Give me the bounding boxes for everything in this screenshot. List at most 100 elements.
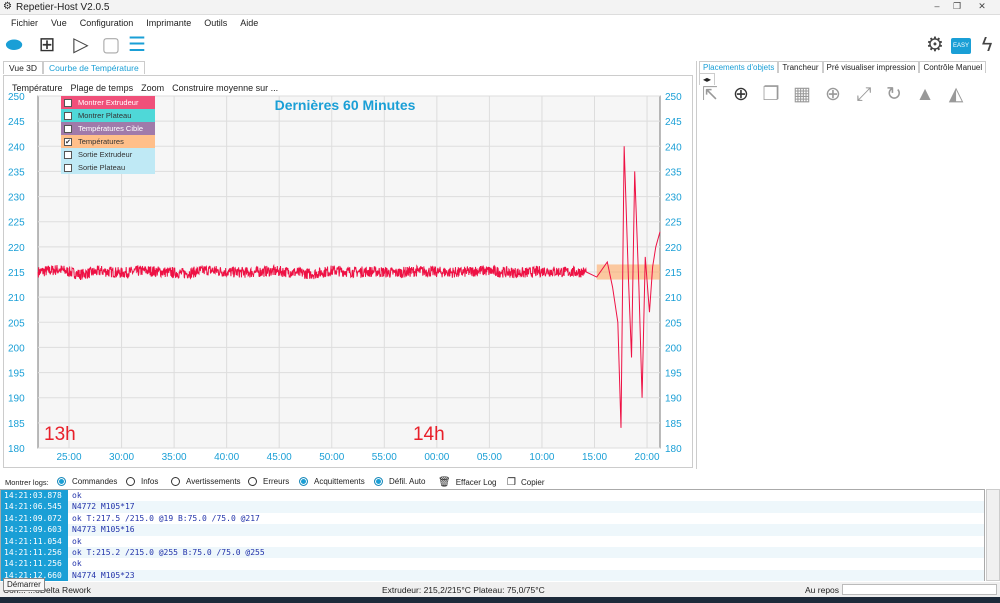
- log-message: N4773 M105*16: [72, 525, 135, 535]
- y-tick-left: 210: [8, 293, 25, 304]
- tab-object-placement[interactable]: Placements d'objets: [699, 61, 779, 73]
- x-tick: 25:00: [56, 452, 81, 463]
- radio-errors[interactable]: Erreurs: [248, 477, 289, 486]
- job-list-icon[interactable]: ☰: [126, 34, 148, 56]
- menu-outils[interactable]: Outils: [204, 18, 227, 28]
- menu-fichier[interactable]: Fichier: [11, 18, 38, 28]
- log-message: N4772 M105*17: [72, 502, 135, 512]
- x-tick: 10:00: [529, 452, 554, 463]
- legend-item[interactable]: ✔ Montrer Extrudeur: [61, 96, 155, 109]
- checkbox[interactable]: ✔: [64, 124, 72, 133]
- option-label: Commandes: [72, 477, 118, 486]
- connect-icon[interactable]: ⬬: [3, 34, 25, 56]
- log-time: 14:21:06.545: [1, 501, 68, 513]
- right-panel: Placements d'objets Trancheur Pré visualis…: [696, 61, 1000, 469]
- checkbox[interactable]: [64, 111, 72, 120]
- add-object-icon[interactable]: ⊕: [730, 84, 752, 106]
- clear-log-button[interactable]: 🗑 Effacer Log: [438, 477, 496, 488]
- y-tick-right: 235: [665, 167, 682, 178]
- rotate-icon[interactable]: ↻: [883, 84, 905, 106]
- radio-icon: [299, 477, 308, 486]
- y-tick-right: 220: [665, 243, 682, 254]
- radio-warnings[interactable]: Avertissements: [171, 477, 241, 486]
- log-row: 14:21:12.660 N4774 M105*23: [1, 569, 984, 582]
- y-tick-right: 205: [665, 318, 682, 329]
- x-tick: 00:00: [424, 452, 449, 463]
- copy-objects-icon[interactable]: ❐: [760, 84, 782, 106]
- progress-bar: [842, 584, 997, 595]
- y-tick-left: 225: [8, 218, 25, 229]
- start-print-icon[interactable]: ▷: [70, 34, 92, 56]
- radio-acknowledgements[interactable]: Acquittements: [299, 477, 365, 486]
- easy-mode-button[interactable]: EASY: [951, 38, 971, 54]
- menu-vue[interactable]: Vue: [51, 18, 67, 28]
- legend-item[interactable]: Sortie Plateau: [61, 161, 155, 174]
- legend-item[interactable]: Sortie Extrudeur: [61, 148, 155, 161]
- chart-title: Dernières 60 Minutes: [275, 97, 416, 113]
- tab-vue-3d[interactable]: Vue 3D: [3, 61, 44, 74]
- minimize-button[interactable]: –: [930, 1, 944, 12]
- maximize-button[interactable]: ❐: [950, 1, 964, 12]
- y-tick-left: 185: [8, 419, 25, 430]
- radio-autoscroll[interactable]: Défil. Auto: [374, 477, 425, 486]
- autoposition-icon[interactable]: ▦: [791, 84, 813, 106]
- log-row: 14:21:11.054 ok: [1, 535, 984, 547]
- menu-bar: Fichier Vue Configuration Imprimante Outils A…: [0, 16, 1000, 31]
- export-icon[interactable]: ⇱: [699, 84, 721, 106]
- scale-icon[interactable]: ⤢: [853, 84, 875, 106]
- center-object-icon[interactable]: ⊕: [822, 84, 844, 106]
- y-tick-right: 210: [665, 293, 682, 304]
- lightning-icon[interactable]: ϟ: [976, 34, 998, 56]
- close-button[interactable]: ✕: [975, 1, 989, 12]
- legend-label: Montrer Extrudeur: [78, 98, 139, 107]
- load-file-icon[interactable]: ⊞: [36, 34, 58, 56]
- log-time: 14:21:09.072: [1, 512, 68, 525]
- menu-configuration[interactable]: Configuration: [80, 18, 134, 28]
- y-tick-left: 230: [8, 193, 25, 204]
- x-tick: 15:00: [582, 452, 607, 463]
- y-tick-left: 190: [8, 394, 25, 405]
- x-tick: 30:00: [109, 452, 134, 463]
- y-tick-right: 230: [665, 193, 682, 204]
- tab-manual-control[interactable]: Contrôle Manuel: [919, 61, 987, 73]
- radio-infos[interactable]: Infos: [126, 477, 158, 486]
- x-tick: 55:00: [372, 452, 397, 463]
- checkbox[interactable]: [64, 150, 72, 159]
- log-message: ok T:217.5 /215.0 @19 B:75.0 /75.0 @217: [72, 513, 260, 523]
- radio-commands[interactable]: Commandes: [57, 477, 117, 486]
- menu-aide[interactable]: Aide: [240, 18, 258, 28]
- y-tick-right: 245: [665, 117, 682, 128]
- log-message: ok: [72, 559, 82, 569]
- logs-label: Montrer logs:: [5, 478, 49, 487]
- cut-icon[interactable]: ▲: [914, 84, 936, 106]
- log-row: 14:21:09.072 ok T:217.5 /215.0 @19 B:75.0…: [1, 512, 984, 525]
- y-tick-right: 200: [665, 343, 682, 354]
- log-time: 14:21:11.054: [1, 535, 68, 547]
- y-tick-left: 235: [8, 167, 25, 178]
- stop-icon[interactable]: ▢: [100, 34, 122, 56]
- tab-preview[interactable]: Pré visualiser impression: [822, 61, 920, 73]
- tab-slicer[interactable]: Trancheur: [778, 61, 823, 73]
- mirror-icon[interactable]: ◭: [945, 84, 967, 106]
- checkbox[interactable]: [64, 163, 72, 172]
- checkbox[interactable]: ✔: [64, 137, 72, 146]
- log-row: 14:21:09.603 N4773 M105*16: [1, 524, 984, 536]
- status-bar: Con... ...oDelta Rework Extrudeur: 215,2…: [0, 582, 1000, 597]
- menu-imprimante[interactable]: Imprimante: [146, 18, 191, 28]
- legend-item[interactable]: ✔ Températures: [61, 135, 155, 148]
- printer-state: Au repos: [805, 585, 840, 595]
- log-scrollbar[interactable]: [986, 489, 1000, 581]
- toolbar: ⬬ ⊞ ▷ ▢ ☰ ⚙ EASY ϟ: [0, 32, 1000, 60]
- checkbox[interactable]: ✔: [64, 98, 72, 107]
- tab-temperature-curve[interactable]: Courbe de Température: [43, 61, 145, 74]
- y-tick-right: 250: [665, 92, 682, 103]
- x-tick: 05:00: [477, 452, 502, 463]
- settings-gear-icon[interactable]: ⚙: [924, 34, 946, 56]
- hour-label: 14h: [413, 424, 445, 445]
- y-tick-left: 195: [8, 369, 25, 380]
- y-tick-right: 190: [665, 394, 682, 405]
- y-tick-left: 250: [8, 92, 25, 103]
- legend-item[interactable]: ✔ Températures Cible: [61, 122, 155, 135]
- legend-item[interactable]: Montrer Plateau: [61, 109, 155, 122]
- copy-button[interactable]: ❐ Copier: [507, 477, 545, 488]
